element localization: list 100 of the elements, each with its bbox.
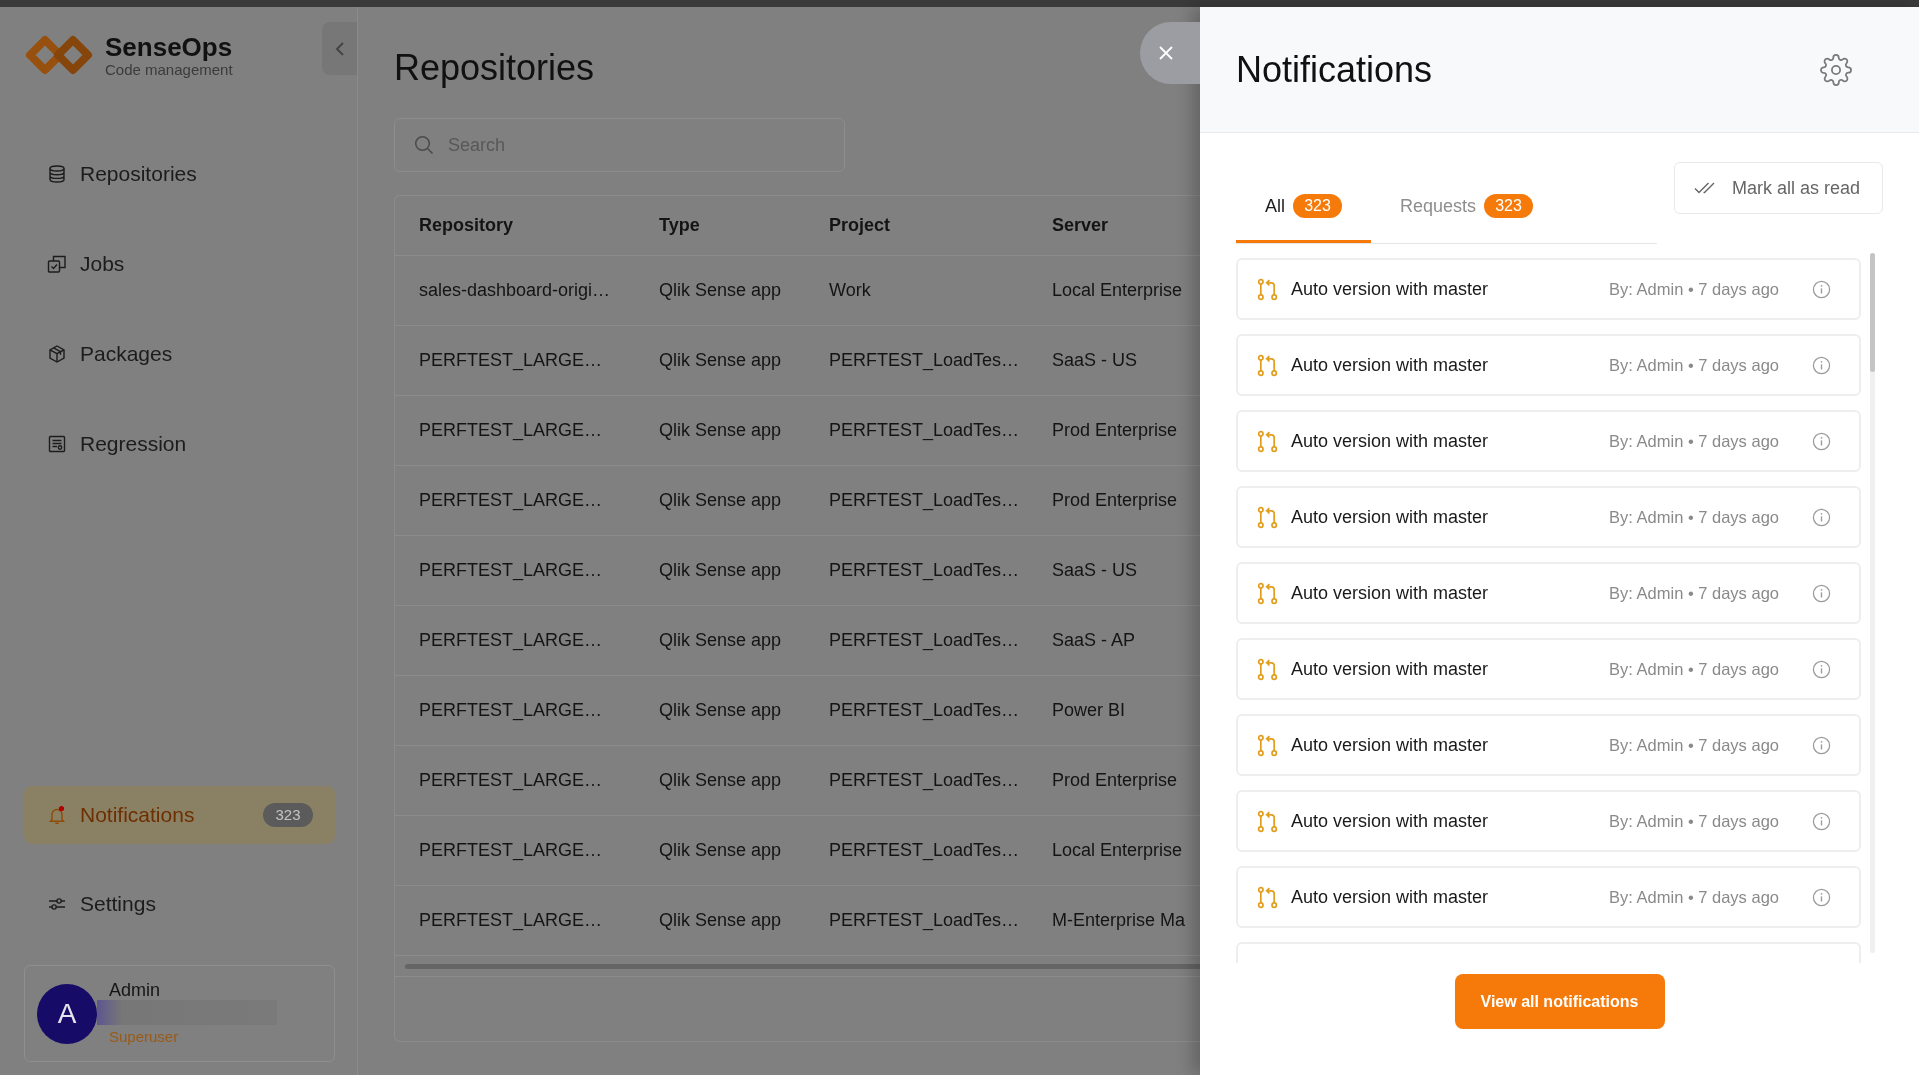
page-title: Repositories	[394, 46, 595, 90]
table-cell-text: Power BI	[1051, 700, 1127, 721]
logo-icon	[25, 35, 93, 75]
branch-icon	[1257, 429, 1278, 453]
info-icon	[1812, 583, 1831, 603]
notification-meta: By: Admin • 7 days ago	[1609, 811, 1779, 831]
tab[interactable]: All 323	[1236, 162, 1371, 243]
notification-card[interactable]: Auto version with master By: Admin • 7 days ago	[1236, 410, 1861, 472]
mark-all-read-button[interactable]: Mark all as read	[1674, 162, 1883, 214]
search-icon	[414, 135, 434, 155]
table-cell-text: PERFTEST_LARGE…	[418, 630, 604, 651]
info-icon	[1812, 507, 1831, 527]
notification-title: Auto version with master	[1291, 278, 1489, 300]
notification-title: Auto version with master	[1291, 734, 1489, 756]
notification-meta: By: Admin • 7 days ago	[1609, 659, 1779, 679]
bell-icon	[47, 805, 67, 825]
column-header[interactable]: Project	[805, 215, 1028, 236]
sidebar-item[interactable]: Notifications 323	[24, 786, 335, 844]
info-icon	[1812, 811, 1831, 831]
notification-card[interactable]: Auto version with master By: Admin • 7 days ago	[1236, 334, 1861, 396]
count-badge: 323	[263, 803, 313, 827]
user-role: Superuser	[109, 1027, 179, 1047]
table-cell-text: PERFTEST_LoadTes…	[828, 490, 1021, 511]
table-cell-text: Qlik Sense app	[658, 420, 783, 441]
notification-title: Auto version with master	[1291, 354, 1489, 376]
notification-card[interactable]: Auto version with master By: Admin • 7 days ago	[1236, 866, 1861, 928]
notification-card[interactable]: Auto version with master By: Admin • 7 days ago	[1236, 790, 1861, 852]
count-badge: 323	[1293, 194, 1342, 218]
table-cell-text: Qlik Sense app	[658, 350, 783, 371]
table-cell-text: Qlik Sense app	[658, 560, 783, 581]
table-cell-text: PERFTEST_LoadTes…	[828, 840, 1021, 861]
notification-title: Auto version with master	[1291, 430, 1489, 452]
table-cell-text: PERFTEST_LoadTes…	[828, 420, 1021, 441]
table-cell-text: Prod Enterprise	[1051, 770, 1179, 791]
horizontal-scrollbar[interactable]	[405, 963, 1200, 969]
notification-meta: By: Admin • 7 days ago	[1609, 279, 1779, 299]
app-subtitle: Code management	[105, 61, 233, 78]
table-cell-text: Qlik Sense app	[658, 840, 783, 861]
notification-meta: By: Admin • 7 days ago	[1609, 355, 1779, 375]
table-cell-text: SaaS - AP	[1051, 630, 1137, 651]
branch-icon	[1257, 657, 1278, 681]
tab[interactable]: Requests 323	[1371, 162, 1563, 243]
document-icon	[47, 434, 67, 454]
table-cell-text: Qlik Sense app	[658, 280, 783, 301]
sidebar-item[interactable]: Settings	[24, 875, 335, 933]
notification-card[interactable]: Auto version with master By: Admin • 7 days ago	[1236, 562, 1861, 624]
collapse-button[interactable]	[322, 22, 357, 75]
view-all-button[interactable]: View all notifications	[1454, 974, 1665, 1029]
notification-card[interactable]: Auto version with master By: Admin • 7 days ago	[1236, 486, 1861, 548]
database-icon	[47, 164, 67, 184]
table-cell-text: PERFTEST_LoadTes…	[828, 770, 1021, 791]
notification-card[interactable]: Auto version with master By: Admin • 7 days ago	[1236, 714, 1861, 776]
table-cell-text: PERFTEST_LARGE…	[418, 350, 604, 371]
settings-icon	[1820, 53, 1852, 86]
column-header[interactable]: Server	[1028, 215, 1200, 236]
table-cell-text: PERFTEST_LARGE…	[418, 490, 604, 511]
sidebar-item[interactable]: Jobs	[24, 235, 335, 293]
close-button[interactable]	[1140, 22, 1200, 84]
notification-meta: By: Admin • 7 days ago	[1609, 735, 1779, 755]
table-cell-text: sales-dashboard-origi…	[418, 280, 612, 301]
notification-meta: By: Admin • 7 days ago	[1609, 887, 1779, 907]
info-icon	[1812, 355, 1831, 375]
table-cell-text: PERFTEST_LARGE…	[418, 770, 604, 791]
table-cell-text: Qlik Sense app	[658, 910, 783, 931]
branch-icon	[1257, 505, 1278, 529]
branch-icon	[1257, 353, 1278, 377]
vertical-scrollbar[interactable]	[1870, 253, 1875, 953]
notification-title: Auto version with master	[1291, 810, 1489, 832]
column-header[interactable]: Repository	[395, 215, 635, 236]
sidebar-item[interactable]: Packages	[24, 325, 335, 383]
checkbox-stack-icon	[47, 254, 67, 274]
notification-title: Auto version with master	[1291, 658, 1489, 680]
sidebar-item[interactable]: Regression	[24, 415, 335, 473]
table-cell-text: PERFTEST_LARGE…	[418, 420, 604, 441]
notification-title: Auto version with master	[1291, 886, 1489, 908]
scrollbar-thumb[interactable]	[1870, 253, 1875, 372]
column-header[interactable]: Type	[635, 215, 805, 236]
table-cell-text: PERFTEST_LoadTes…	[828, 560, 1021, 581]
table-cell-text: PERFTEST_LoadTes…	[828, 350, 1021, 371]
table-cell-text: PERFTEST_LARGE…	[418, 700, 604, 721]
close-icon	[1158, 45, 1174, 61]
table-cell-text: SaaS - US	[1051, 560, 1139, 581]
table-cell-text: PERFTEST_LoadTes…	[828, 630, 1021, 651]
branch-icon	[1257, 733, 1278, 757]
sidebar-item[interactable]: Repositories	[24, 145, 335, 203]
info-icon	[1812, 659, 1831, 679]
info-icon	[1812, 431, 1831, 451]
notification-card[interactable]: Auto version with master By: Admin • 7 days ago	[1236, 638, 1861, 700]
notification-card[interactable]: Auto version with master By: Admin • 7 days ago	[1236, 258, 1861, 320]
branch-icon	[1257, 581, 1278, 605]
table-cell-text: PERFTEST_LARGE…	[418, 560, 604, 581]
table-cell-text: M-Enterprise Ma	[1051, 910, 1187, 931]
user-name: Admin	[109, 980, 161, 1000]
settings-button[interactable]	[1820, 53, 1852, 86]
branch-icon	[1257, 885, 1278, 909]
table-cell-text: Qlik Sense app	[658, 490, 783, 511]
notification-meta: By: Admin • 7 days ago	[1609, 431, 1779, 451]
table-cell-text: Qlik Sense app	[658, 630, 783, 651]
info-icon	[1812, 735, 1831, 755]
app-name: SenseOps	[105, 33, 233, 61]
